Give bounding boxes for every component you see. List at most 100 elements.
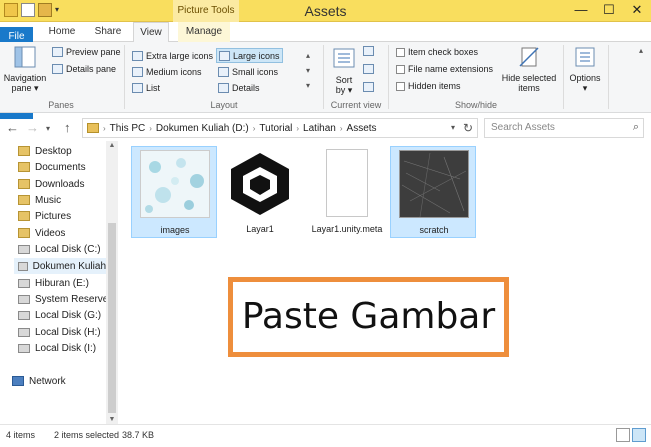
chevron-right-icon[interactable]: › — [103, 124, 106, 133]
nav-item-network[interactable]: Network — [12, 373, 66, 389]
nav-item-label: Desktop — [35, 145, 72, 157]
scrollbar-thumb[interactable] — [108, 223, 116, 413]
file-item-layar1-meta[interactable]: Layar1.unity.meta — [304, 146, 390, 238]
breadcrumb-tutorial[interactable]: Tutorial — [259, 123, 292, 134]
details-pane-button[interactable]: Details pane — [52, 64, 116, 74]
address-bar[interactable]: › This PC › Dokumen Kuliah (D:) › Tutori… — [82, 118, 478, 138]
image-thumbnail — [399, 150, 469, 218]
tab-view[interactable]: View — [133, 22, 169, 43]
folder-icon — [18, 146, 30, 156]
nav-item-hiburan-e[interactable]: Hiburan (E:) — [18, 275, 89, 291]
layout-scroll-arrows[interactable]: ▴ ▾ ▾ — [306, 48, 310, 93]
scroll-up-icon[interactable]: ▲ — [106, 142, 118, 149]
chevron-right-icon[interactable]: › — [253, 124, 256, 133]
size-columns-icon — [363, 82, 374, 92]
collapse-ribbon-icon[interactable]: ▴ — [639, 46, 643, 55]
list-option[interactable]: List — [130, 80, 162, 95]
nav-item-system-reserved[interactable]: System Reserved — [18, 291, 114, 307]
drive-icon — [18, 244, 30, 254]
item-check-boxes-label: Item check boxes — [408, 47, 479, 57]
folder-icon — [18, 211, 30, 221]
sort-by-button[interactable]: Sort by ▾ — [328, 46, 360, 95]
file-item-layar1[interactable]: Layar1 — [217, 146, 303, 238]
file-item-scratch[interactable]: scratch — [390, 146, 476, 238]
image-thumbnail — [140, 150, 210, 218]
ribbon: Navigation pane ▾ Preview pane Details p… — [0, 42, 651, 113]
address-dropdown-icon[interactable]: ▾ — [451, 123, 455, 132]
item-check-boxes-toggle[interactable]: Item check boxes — [396, 47, 478, 57]
maximize-button[interactable]: ☐ — [595, 0, 623, 20]
nav-item-desktop[interactable]: Desktop — [18, 143, 72, 159]
ribbon-separator — [124, 45, 125, 109]
nav-item-local-disk-h[interactable]: Local Disk (H:) — [18, 324, 101, 340]
back-button[interactable]: ← — [6, 120, 19, 135]
search-icon[interactable]: ⌕ — [633, 121, 639, 134]
window-icon[interactable] — [4, 3, 18, 17]
customize-qat-icon[interactable]: ▾ — [55, 3, 63, 17]
breadcrumb-latihan[interactable]: Latihan — [303, 123, 336, 134]
document-icon — [326, 149, 368, 217]
preview-pane-button[interactable]: Preview pane — [52, 47, 121, 57]
options-button[interactable]: Options ▾ — [566, 46, 604, 93]
nav-item-label: Local Disk (C:) — [35, 243, 101, 255]
recent-locations-button[interactable]: ▾ — [46, 124, 50, 133]
tab-share[interactable]: Share — [88, 22, 128, 42]
medium-icons-option[interactable]: Medium icons — [130, 64, 204, 79]
size-columns-button[interactable] — [363, 82, 374, 95]
file-name-extensions-toggle[interactable]: File name extensions — [396, 64, 493, 74]
breadcrumb-assets[interactable]: Assets — [347, 123, 377, 134]
small-icons-option[interactable]: Small icons — [216, 64, 280, 79]
paste-gambar-annotation: Paste Gambar — [228, 277, 509, 357]
hidden-items-checkbox[interactable] — [396, 81, 405, 91]
add-columns-button[interactable] — [363, 64, 374, 77]
nav-scrollbar[interactable]: ▲ ▼ — [106, 141, 118, 424]
small-icons-label: Small icons — [232, 66, 279, 77]
chevron-right-icon[interactable]: › — [149, 124, 152, 133]
group-by-button[interactable] — [363, 46, 374, 59]
properties-icon[interactable] — [21, 3, 35, 17]
nav-item-music[interactable]: Music — [18, 192, 61, 208]
nav-item-local-disk-g[interactable]: Local Disk (G:) — [18, 307, 101, 323]
ribbon-separator — [608, 45, 609, 109]
nav-item-label: Dokumen Kuliah — [32, 260, 106, 272]
search-input[interactable]: Search Assets ⌕ — [484, 118, 644, 138]
breadcrumb-this-pc[interactable]: This PC — [110, 123, 146, 134]
hide-selected-items-button[interactable]: Hide selected items — [500, 46, 558, 93]
item-check-boxes-checkbox[interactable] — [396, 47, 405, 57]
forward-button[interactable]: → — [26, 120, 39, 135]
large-icons-icon — [219, 50, 230, 61]
tab-home[interactable]: Home — [42, 22, 82, 42]
close-button[interactable]: ✕ — [623, 0, 651, 20]
details-view-icon[interactable] — [616, 428, 630, 442]
details-icon — [218, 82, 229, 93]
nav-item-label: Downloads — [35, 178, 85, 190]
nav-item-local-disk-i[interactable]: Local Disk (I:) — [18, 340, 96, 356]
large-icons-option[interactable]: Large icons — [216, 48, 283, 63]
nav-item-label: Local Disk (G:) — [35, 309, 102, 321]
extra-large-icons-option[interactable]: Extra large icons — [130, 48, 215, 63]
file-item-images[interactable]: images — [131, 146, 217, 238]
tab-manage[interactable]: Manage — [178, 22, 230, 42]
file-name: scratch — [419, 225, 449, 235]
new-folder-icon[interactable] — [38, 3, 52, 17]
large-icons-view-icon[interactable] — [632, 428, 646, 442]
hidden-items-toggle[interactable]: Hidden items — [396, 81, 461, 91]
nav-item-dokumen-kuliah[interactable]: Dokumen Kuliah — [14, 258, 106, 274]
folder-icon — [18, 195, 30, 205]
refresh-icon[interactable]: ↻ — [463, 121, 473, 135]
file-name: images — [160, 225, 190, 235]
scroll-down-icon[interactable]: ▼ — [106, 416, 118, 423]
chevron-right-icon[interactable]: › — [340, 124, 343, 133]
details-option[interactable]: Details — [216, 80, 262, 95]
navigation-pane-button[interactable]: Navigation pane ▾ — [2, 46, 48, 93]
up-button[interactable]: ↑ — [64, 120, 71, 135]
minimize-button[interactable]: — — [567, 0, 595, 20]
nav-item-documents[interactable]: Documents — [18, 159, 86, 175]
nav-item-local-disk-c[interactable]: Local Disk (C:) — [18, 241, 101, 257]
nav-item-downloads[interactable]: Downloads — [18, 176, 84, 192]
chevron-right-icon[interactable]: › — [296, 124, 299, 133]
nav-item-videos[interactable]: Videos — [18, 225, 65, 241]
file-name-extensions-checkbox[interactable] — [396, 64, 405, 74]
nav-item-pictures[interactable]: Pictures — [18, 208, 71, 224]
breadcrumb-drive-d[interactable]: Dokumen Kuliah (D:) — [156, 123, 249, 134]
